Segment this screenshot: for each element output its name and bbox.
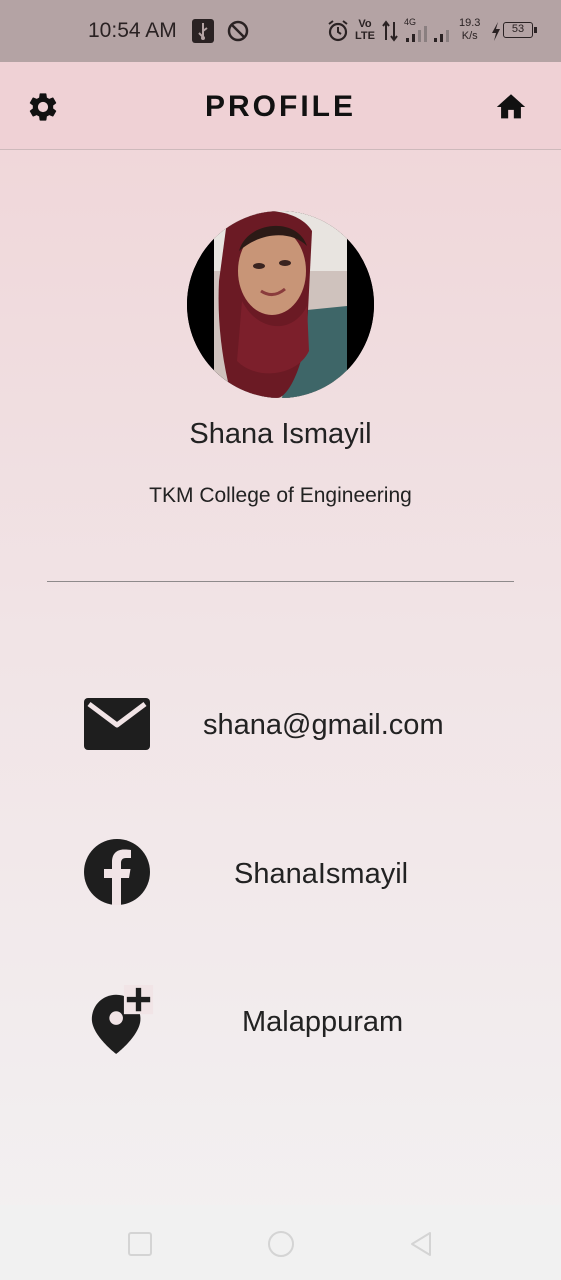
- network-speed-unit: K/s: [461, 30, 478, 42]
- system-nav-bar: [0, 1205, 561, 1280]
- add-location-icon: [91, 985, 154, 1055]
- contact-facebook: ShanaIsmayil: [234, 858, 409, 890]
- contact-location: Malappuram: [242, 1006, 404, 1038]
- status-bar: 10:54 AM Vo LTE 4G 19.3 K/s 53: [0, 0, 561, 62]
- mail-icon: [84, 698, 150, 750]
- data-arrows-icon: [382, 20, 398, 42]
- status-time: 10:54 AM: [88, 19, 177, 42]
- profile-college: TKM College of Engineering: [149, 484, 412, 507]
- back-button-icon[interactable]: [408, 1231, 434, 1257]
- app-bar: PROFILE: [0, 62, 561, 150]
- usb-icon: [192, 19, 214, 43]
- blocked-icon: [227, 20, 249, 42]
- alarm-icon: [328, 20, 348, 42]
- facebook-icon: [84, 839, 150, 905]
- contact-email: shana@gmail.com: [203, 709, 444, 741]
- network-speed: 19.3 K/s: [459, 17, 480, 43]
- avatar: [187, 211, 374, 398]
- charging-icon: [492, 22, 500, 41]
- home-icon[interactable]: [494, 90, 528, 124]
- profile-name: Shana Ismayil: [189, 418, 372, 450]
- volte-indicator: Vo LTE: [355, 18, 375, 42]
- page-title: PROFILE: [204, 90, 356, 123]
- battery-indicator: 53: [503, 22, 537, 38]
- profile-photo: [187, 211, 374, 398]
- divider: [47, 581, 514, 582]
- recents-button-icon[interactable]: [127, 1231, 153, 1257]
- network-speed-value: 19.3: [459, 17, 481, 29]
- signal-bars-icon: [406, 26, 449, 42]
- home-button-icon[interactable]: [267, 1231, 295, 1259]
